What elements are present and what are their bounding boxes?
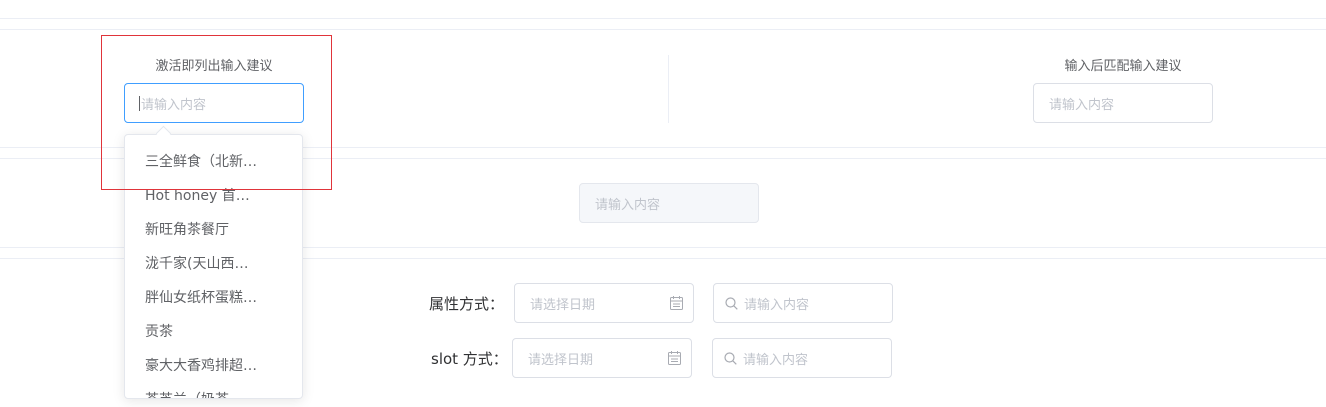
autocomplete-input-placeholder: 请输入内容 xyxy=(141,97,207,113)
match-input-placeholder: 请输入内容 xyxy=(1049,97,1115,113)
suggestion-item[interactable]: 豪大大香鸡排超级奶爸 xyxy=(125,349,262,383)
disabled-input[interactable]: 请输入内容 xyxy=(579,183,759,223)
row1-search-input[interactable]: 请输入内容 xyxy=(713,283,893,323)
search-icon xyxy=(725,296,738,310)
right-demo-title: 输入后匹配输入建议 xyxy=(1064,59,1182,74)
row2-date-input[interactable]: 请选择日期 xyxy=(512,338,692,378)
suggestion-item[interactable]: 泷千家(天山西路店) xyxy=(125,247,262,281)
suggestion-list: 三全鲜食（北新泾店） Hot honey 首尔炸鸡（仙霞路） 新旺角茶餐厅 泷千… xyxy=(125,135,302,398)
row2-label: slot 方式： xyxy=(431,350,508,368)
row1-date-placeholder: 请选择日期 xyxy=(530,297,596,313)
section1-center-divider xyxy=(668,55,669,123)
text-caret xyxy=(139,95,140,111)
row2-date-placeholder: 请选择日期 xyxy=(528,352,594,368)
row1-date-input[interactable]: 请选择日期 xyxy=(514,283,694,323)
top-divider xyxy=(0,18,1326,19)
suggestion-dropdown[interactable]: 三全鲜食（北新泾店） Hot honey 首尔炸鸡（仙霞路） 新旺角茶餐厅 泷千… xyxy=(124,134,303,399)
row2-search-placeholder: 请输入内容 xyxy=(743,352,809,368)
suggestion-item[interactable]: 三全鲜食（北新泾店） xyxy=(125,145,262,179)
row1-label: 属性方式： xyxy=(429,295,505,313)
row2-search-input[interactable]: 请输入内容 xyxy=(712,338,892,378)
suggestion-item[interactable]: 胖仙女纸杯蛋糕（上海凌空店） xyxy=(125,281,262,315)
section1-top-border xyxy=(0,29,1326,30)
search-icon xyxy=(724,351,737,365)
calendar-icon[interactable] xyxy=(670,296,683,310)
autocomplete-input-match[interactable]: 请输入内容 xyxy=(1033,83,1213,123)
suggestion-item[interactable]: 贡茶 xyxy=(125,315,262,349)
suggestion-item[interactable]: 新旺角茶餐厅 xyxy=(125,213,262,247)
disabled-input-placeholder: 请输入内容 xyxy=(595,197,661,213)
suggestion-item[interactable]: 茶芝兰（奶茶，手抓饼） xyxy=(125,383,262,398)
row1-search-placeholder: 请输入内容 xyxy=(744,297,810,313)
suggestion-item[interactable]: Hot honey 首尔炸鸡（仙霞路） xyxy=(125,179,262,213)
calendar-icon[interactable] xyxy=(668,351,681,365)
autocomplete-input-focused[interactable]: 请输入内容 xyxy=(124,83,304,123)
left-demo-title: 激活即列出输入建议 xyxy=(155,59,273,74)
